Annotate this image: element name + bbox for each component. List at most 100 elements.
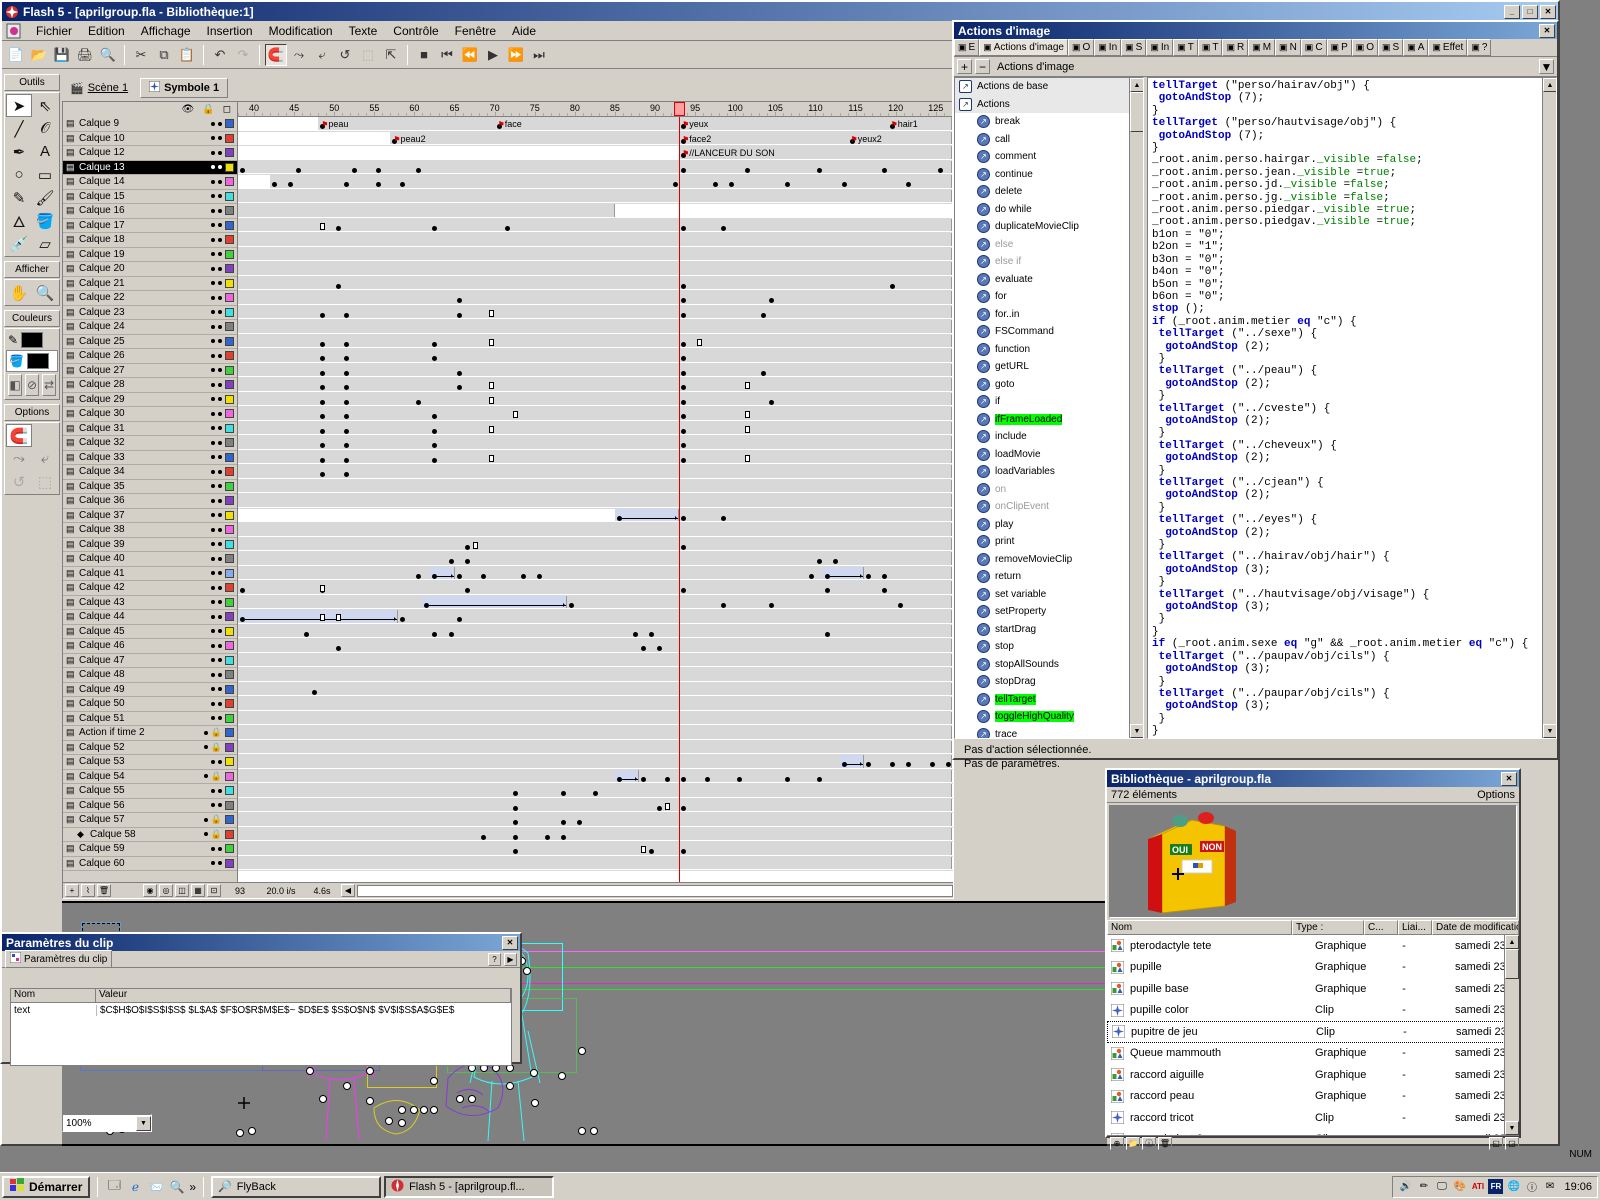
stop-icon[interactable]: ■ <box>413 44 435 66</box>
keyframe[interactable] <box>769 399 775 405</box>
actions-tree-item-continue[interactable]: ↗ continue <box>955 166 1143 184</box>
frame-row[interactable] <box>238 697 953 712</box>
layer-name[interactable]: Calque 30 <box>79 408 208 419</box>
layer-visibility-toggle[interactable] <box>211 701 215 706</box>
layer-lock-toggle[interactable] <box>218 324 222 329</box>
frame-row[interactable] <box>238 204 953 219</box>
frame-row[interactable] <box>238 218 953 233</box>
frame-span[interactable] <box>238 842 952 855</box>
layer-lock-toggle[interactable] <box>218 382 222 387</box>
layer-outline-color[interactable] <box>225 844 234 854</box>
frame-row[interactable] <box>238 392 953 407</box>
actions-menu-chevron-down-icon[interactable]: ▼ <box>1539 59 1554 74</box>
keyframe[interactable] <box>905 762 911 767</box>
layer-name[interactable]: Calque 23 <box>79 307 208 318</box>
no-color-icon[interactable]: ⊘ <box>25 374 39 396</box>
layer-name[interactable]: Calque 24 <box>79 321 208 332</box>
actions-tree-item-actions[interactable]: ↗ Actions <box>955 95 1143 113</box>
blank-keyframe[interactable] <box>488 309 494 317</box>
layer-lock-toggle[interactable] <box>218 600 222 605</box>
layer-lock-toggle[interactable] <box>218 643 222 648</box>
add-motion-guide-icon[interactable]: ⌇ <box>81 884 95 897</box>
layer-outline-color[interactable] <box>225 713 234 723</box>
subselect-icon[interactable]: ⇖ <box>32 94 58 117</box>
layer-row[interactable]: ▤ Calque 32 <box>63 436 237 451</box>
layer-outline-color[interactable] <box>225 409 234 419</box>
library-resize-small-icon[interactable]: ◱ <box>1489 1137 1503 1150</box>
lock-icon[interactable]: 🔒 <box>211 814 222 825</box>
layer-row[interactable]: ▤ Calque 28 <box>63 378 237 393</box>
layer-row[interactable]: ▤ Calque 45 <box>63 625 237 639</box>
layer-row[interactable]: ▤ Calque 9 <box>63 117 237 132</box>
layer-visibility-toggle[interactable] <box>211 484 215 489</box>
layer-visibility-toggle[interactable] <box>211 498 215 503</box>
frame-row[interactable] <box>238 813 953 828</box>
keyframe[interactable] <box>448 559 454 564</box>
layer-visibility-toggle[interactable] <box>203 774 208 779</box>
center-frame-icon[interactable]: ⊡ <box>207 884 221 897</box>
layer-visibility-toggle[interactable] <box>211 121 215 126</box>
keyframe[interactable] <box>889 762 895 767</box>
layer-lock-toggle[interactable] <box>218 658 222 663</box>
frame-span[interactable] <box>238 291 952 304</box>
print-icon[interactable]: 🖨 <box>74 44 96 66</box>
open-icon[interactable]: 📂 <box>28 44 50 66</box>
layer-outline-color[interactable] <box>225 510 234 520</box>
keyframe[interactable] <box>657 646 663 651</box>
frame-row[interactable] <box>238 479 953 494</box>
align-icon[interactable]: ⇱ <box>380 44 402 66</box>
layer-visibility-toggle[interactable] <box>211 643 215 648</box>
actions-panel-tab-align-panel[interactable]: ▣ A <box>1403 39 1429 56</box>
layer-visibility-toggle[interactable] <box>211 861 215 866</box>
frame-span[interactable] <box>238 204 615 217</box>
layer-outline-color[interactable] <box>225 452 234 462</box>
layer-row[interactable]: ▤ Calque 57 🔒 <box>63 813 237 828</box>
layer-outline-color[interactable] <box>225 728 234 738</box>
scroll-up-icon[interactable]: ▲ <box>1130 78 1143 92</box>
frame-span[interactable] <box>238 262 952 275</box>
layer-outline-color[interactable] <box>225 786 234 796</box>
undo-icon[interactable]: ↶ <box>209 44 231 66</box>
layer-outline-color[interactable] <box>225 307 234 317</box>
layer-outline-color[interactable] <box>225 525 234 535</box>
frame-span[interactable] <box>238 247 952 260</box>
frame-span[interactable] <box>238 856 952 869</box>
actionscript-editor[interactable]: tellTarget ("perso/hairav/obj") { gotoAn… <box>1147 77 1557 739</box>
layer-row[interactable]: ▤ Calque 55 <box>63 784 237 799</box>
frame-span[interactable] <box>238 639 952 652</box>
layer-visibility-toggle[interactable] <box>203 832 208 837</box>
zoom-icon[interactable]: 🔍 <box>32 281 58 304</box>
actions-tree-item-set-variable[interactable]: ↗ set variable <box>955 586 1143 604</box>
layer-name[interactable]: Calque 48 <box>79 669 208 680</box>
scroll-thumb[interactable] <box>1130 92 1143 132</box>
layer-name[interactable]: Calque 40 <box>79 553 208 564</box>
library-col-c[interactable]: C... <box>1364 920 1398 935</box>
keyframe[interactable] <box>616 515 622 521</box>
first-icon[interactable]: ⏮ <box>436 44 458 66</box>
layer-row[interactable]: ▤ Calque 10 <box>63 132 237 146</box>
frame-row[interactable] <box>238 552 953 567</box>
keyframe[interactable] <box>809 573 815 579</box>
keyframe[interactable] <box>504 225 510 231</box>
layer-visibility-toggle[interactable] <box>211 803 215 808</box>
layer-outline-color[interactable] <box>225 177 234 187</box>
layer-lock-toggle[interactable] <box>218 513 222 518</box>
keyframe[interactable] <box>512 849 518 854</box>
code-scrollbar[interactable]: ▲ ▼ <box>1542 78 1556 738</box>
actions-tree-item-else[interactable]: ↗ else <box>955 236 1143 254</box>
frame-row[interactable] <box>238 189 953 204</box>
mail-icon[interactable]: ✉ <box>1542 1179 1557 1194</box>
layer-visibility-toggle[interactable] <box>211 759 215 764</box>
layer-visibility-toggle[interactable] <box>211 324 215 329</box>
frame-span[interactable] <box>270 175 952 188</box>
layer-row[interactable]: ▤ Calque 46 <box>63 639 237 654</box>
layer-lock-toggle[interactable] <box>218 861 222 866</box>
layer-outline-color[interactable] <box>225 568 234 578</box>
layer-outline-color[interactable] <box>225 148 234 158</box>
layer-lock-toggle[interactable] <box>218 426 222 431</box>
layer-outline-color[interactable] <box>225 249 234 259</box>
layer-name[interactable]: Calque 17 <box>79 220 208 231</box>
layer-outline-color[interactable] <box>225 365 234 375</box>
fr-icon[interactable]: FR <box>1488 1179 1504 1194</box>
keyframe[interactable] <box>320 341 326 347</box>
